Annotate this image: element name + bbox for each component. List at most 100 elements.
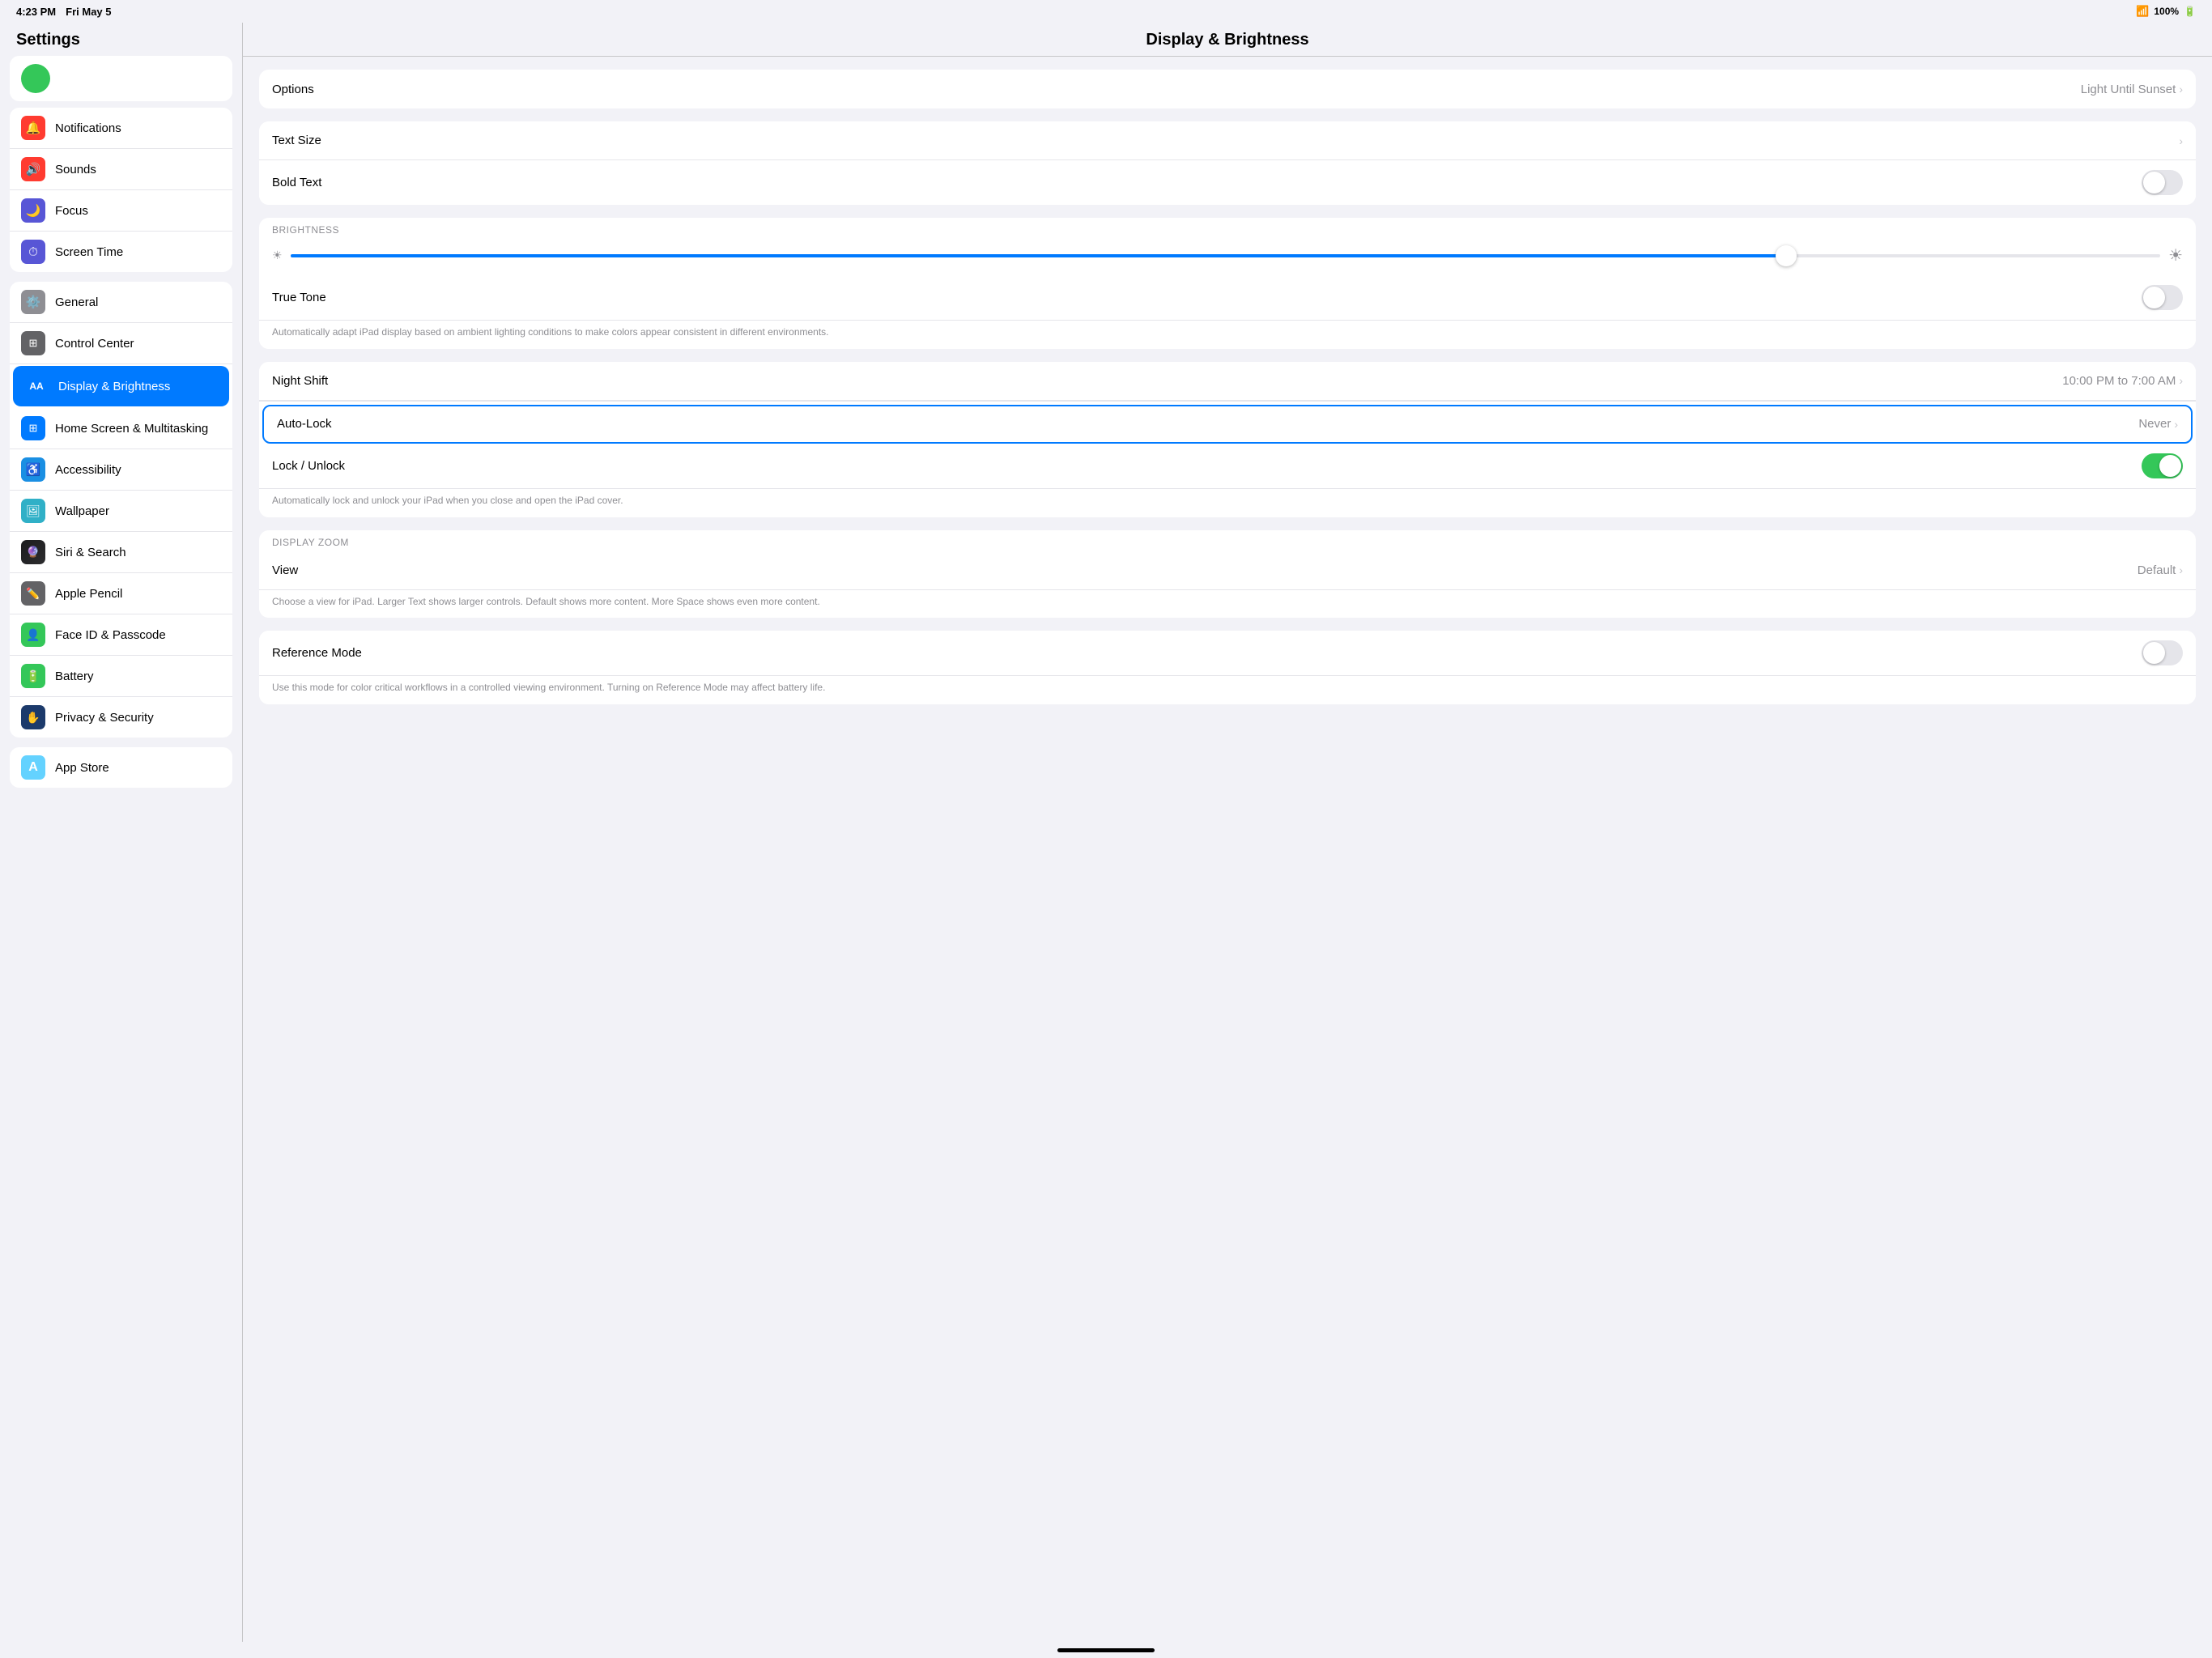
main-content: Display & Brightness Options Light Until… — [243, 23, 2212, 1642]
night-shift-row[interactable]: Night Shift 10:00 PM to 7:00 AM › — [259, 362, 2196, 401]
home-bar — [1057, 1648, 1155, 1652]
sidebar-label-accessibility: Accessibility — [55, 463, 121, 477]
reference-group: Reference Mode Use this mode for color c… — [259, 631, 2196, 704]
brightness-low-icon: ☀ — [272, 249, 283, 262]
night-shift-value: 10:00 PM to 7:00 AM › — [2062, 374, 2183, 388]
zoom-label: DISPLAY ZOOM — [259, 530, 2196, 551]
sidebar-label-control-center: Control Center — [55, 337, 134, 351]
true-tone-toggle[interactable] — [2142, 285, 2183, 310]
sidebar-label-notifications: Notifications — [55, 121, 121, 135]
bold-text-thumb — [2143, 172, 2165, 193]
sounds-icon: 🔊 — [21, 157, 45, 181]
sidebar-item-general[interactable]: ⚙️ General — [10, 282, 232, 323]
sidebar-label-face-id: Face ID & Passcode — [55, 628, 166, 642]
battery-menu-icon: 🔋 — [21, 664, 45, 688]
sidebar-item-wallpaper[interactable]: 🖼 Wallpaper — [10, 491, 232, 532]
sidebar-item-notifications[interactable]: 🔔 Notifications — [10, 108, 232, 149]
sidebar-item-sounds[interactable]: 🔊 Sounds — [10, 149, 232, 190]
main-scroll-area[interactable]: Options Light Until Sunset › Text Size ›… — [243, 57, 2212, 1642]
app-store-icon: A — [21, 755, 45, 780]
options-group: Options Light Until Sunset › — [259, 70, 2196, 108]
sidebar-label-sounds: Sounds — [55, 163, 96, 176]
view-value: Default › — [2138, 563, 2183, 577]
lock-unlock-row[interactable]: Lock / Unlock — [259, 444, 2196, 489]
sidebar-label-general: General — [55, 295, 98, 309]
sidebar-item-home-screen[interactable]: ⊞ Home Screen & Multitasking — [10, 408, 232, 449]
lock-unlock-label: Lock / Unlock — [272, 459, 345, 473]
bold-text-toggle[interactable] — [2142, 170, 2183, 195]
auto-lock-chevron: › — [2174, 418, 2178, 431]
sidebar-item-focus[interactable]: 🌙 Focus — [10, 190, 232, 232]
sidebar-item-app-store[interactable]: A App Store — [10, 747, 232, 788]
apple-pencil-icon: ✏️ — [21, 581, 45, 606]
sidebar-item-siri-search[interactable]: 🔮 Siri & Search — [10, 532, 232, 573]
focus-icon: 🌙 — [21, 198, 45, 223]
reference-mode-label: Reference Mode — [272, 646, 362, 660]
night-shift-chevron: › — [2179, 374, 2183, 387]
view-chevron: › — [2179, 563, 2183, 576]
sidebar-group-profile — [10, 56, 232, 101]
sidebar-label-apple-pencil: Apple Pencil — [55, 587, 122, 601]
bold-text-label: Bold Text — [272, 176, 321, 189]
profile-icon — [21, 64, 50, 93]
home-screen-icon: ⊞ — [21, 416, 45, 440]
status-time: 4:23 PM — [16, 6, 56, 18]
zoom-group: DISPLAY ZOOM View Default › Choose a vie… — [259, 530, 2196, 619]
sidebar-item-control-center[interactable]: ⊞ Control Center — [10, 323, 232, 364]
sidebar-item-screen-time[interactable]: ⏱ Screen Time — [10, 232, 232, 272]
view-row[interactable]: View Default › — [259, 551, 2196, 590]
text-size-label: Text Size — [272, 134, 321, 147]
sidebar-label-focus: Focus — [55, 204, 88, 218]
brightness-slider[interactable] — [291, 254, 2161, 257]
general-icon: ⚙️ — [21, 290, 45, 314]
sidebar-group-top: 🔔 Notifications 🔊 Sounds 🌙 Focus ⏱ — [10, 108, 232, 272]
brightness-group: BRIGHTNESS ☀ ☀ True Tone — [259, 218, 2196, 349]
lock-group: Night Shift 10:00 PM to 7:00 AM › Auto-L… — [259, 362, 2196, 517]
reference-mode-thumb — [2143, 642, 2165, 664]
lock-unlock-toggle[interactable] — [2142, 453, 2183, 478]
brightness-high-icon: ☀ — [2168, 245, 2183, 266]
sidebar-group-mid: ⚙️ General ⊞ Control Center AA Display &… — [10, 282, 232, 738]
auto-lock-label: Auto-Lock — [277, 417, 332, 431]
true-tone-row[interactable]: True Tone — [259, 275, 2196, 321]
auto-lock-value: Never › — [2138, 417, 2178, 431]
sidebar-item-display-brightness[interactable]: AA Display & Brightness — [13, 366, 229, 406]
view-description: Choose a view for iPad. Larger Text show… — [259, 590, 2196, 619]
true-tone-label: True Tone — [272, 291, 326, 304]
reference-description: Use this mode for color critical workflo… — [259, 676, 2196, 704]
options-row[interactable]: Options Light Until Sunset › — [259, 70, 2196, 108]
auto-lock-row[interactable]: Auto-Lock Never › — [262, 405, 2193, 444]
siri-icon: 🔮 — [21, 540, 45, 564]
reference-mode-row[interactable]: Reference Mode — [259, 631, 2196, 676]
display-icon: AA — [24, 374, 49, 398]
bold-text-row[interactable]: Bold Text — [259, 160, 2196, 205]
sidebar-label-screen-time: Screen Time — [55, 245, 123, 259]
lock-description: Automatically lock and unlock your iPad … — [259, 489, 2196, 517]
screen-time-icon: ⏱ — [21, 240, 45, 264]
notifications-icon: 🔔 — [21, 116, 45, 140]
view-label: View — [272, 563, 298, 577]
sidebar-item-privacy-security[interactable]: ✋ Privacy & Security — [10, 697, 232, 738]
battery-percent: 100% — [2154, 6, 2179, 17]
status-bar: 4:23 PM Fri May 5 📶 100% 🔋 — [0, 0, 2212, 23]
sidebar-item-profile[interactable] — [10, 56, 232, 101]
sidebar-item-battery[interactable]: 🔋 Battery — [10, 656, 232, 697]
options-value: Light Until Sunset › — [2081, 83, 2183, 96]
sidebar-item-accessibility[interactable]: ♿ Accessibility — [10, 449, 232, 491]
slider-thumb — [1776, 245, 1797, 266]
brightness-container: ☀ ☀ — [259, 239, 2196, 275]
text-size-chevron: › — [2179, 134, 2183, 147]
sidebar-item-apple-pencil[interactable]: ✏️ Apple Pencil — [10, 573, 232, 614]
reference-mode-toggle[interactable] — [2142, 640, 2183, 665]
app-container: Settings 🔔 Notifications 🔊 Sounds — [0, 23, 2212, 1642]
sidebar-label-wallpaper: Wallpaper — [55, 504, 109, 518]
wifi-icon: 📶 — [2136, 5, 2149, 18]
sidebar-item-face-id[interactable]: 👤 Face ID & Passcode — [10, 614, 232, 656]
text-size-row[interactable]: Text Size › — [259, 121, 2196, 160]
options-label: Options — [272, 83, 314, 96]
true-tone-description: Automatically adapt iPad display based o… — [259, 321, 2196, 349]
sidebar-label-display: Display & Brightness — [58, 380, 170, 393]
brightness-row[interactable]: ☀ ☀ — [272, 245, 2183, 266]
sidebar: Settings 🔔 Notifications 🔊 Sounds — [0, 23, 243, 1642]
sidebar-label-home-screen: Home Screen & Multitasking — [55, 422, 208, 436]
